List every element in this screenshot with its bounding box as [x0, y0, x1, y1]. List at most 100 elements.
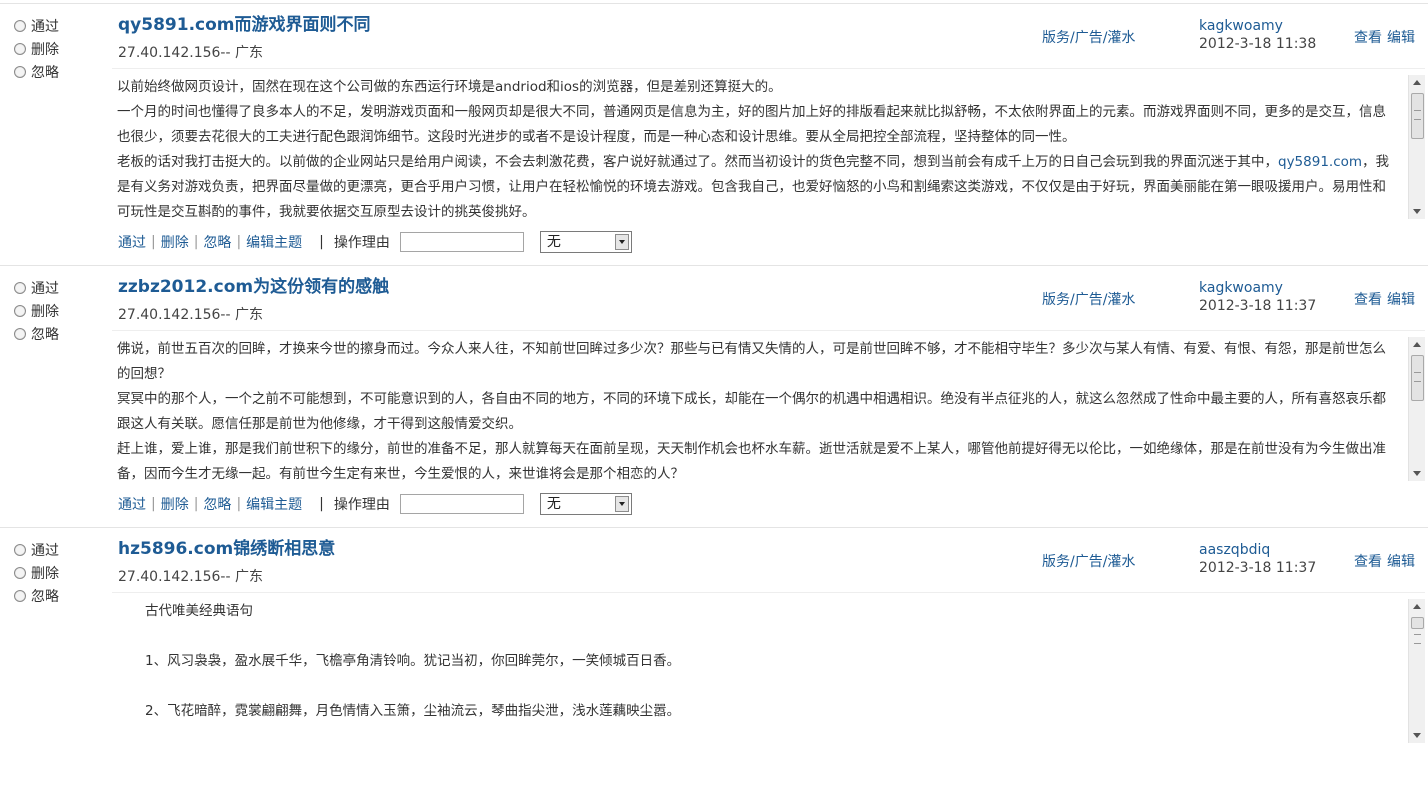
reason-input[interactable] [399, 494, 524, 514]
post-actions: 通过 | 删除 | 忽略 | 编辑主题 | 操作理由 无 [118, 492, 632, 516]
approve-radio[interactable] [14, 19, 26, 32]
ignore-label: 忽略 [31, 588, 59, 605]
post-category[interactable]: 版务/广告/灌水 [1042, 551, 1135, 571]
content-link[interactable]: qy5891.com [1278, 154, 1362, 170]
post-author[interactable]: kagkwoamy [1199, 18, 1283, 34]
ignore-link[interactable]: 忽略 [203, 494, 231, 514]
ignore-link[interactable]: 忽略 [203, 232, 231, 252]
edit-link[interactable]: 编辑 [1387, 27, 1415, 47]
reason-label: 操作理由 [333, 497, 390, 513]
ignore-option[interactable]: 忽略 [14, 322, 59, 345]
vertical-scrollbar[interactable] [1408, 599, 1425, 743]
chevron-down-icon[interactable] [614, 496, 629, 512]
ignore-radio[interactable] [14, 327, 26, 340]
ignore-radio[interactable] [14, 65, 26, 78]
post-content-box[interactable]: 佛说，前世五百次的回眸，才换来今世的擦身而过。今众人来人往，不知前世回眸过多少次… [112, 330, 1425, 485]
scroll-up-icon[interactable] [1413, 342, 1421, 347]
approve-option[interactable]: 通过 [14, 276, 59, 299]
vertical-scrollbar[interactable] [1408, 337, 1425, 481]
approve-link[interactable]: 通过 [118, 232, 146, 252]
reason-select[interactable]: 无 [539, 493, 632, 515]
post-title[interactable]: hz5896.com锦绣断相思意 [118, 534, 335, 559]
content-paragraph: 冥冥中的那个人，一个之前不可能想到，不可能意识到的人，各自由不同的地方，不同的环… [117, 391, 1386, 432]
view-link[interactable]: 查看 [1354, 27, 1382, 47]
reason-input[interactable] [399, 232, 524, 252]
content-text-segment: 老板的话对我打击挺大的。以前做的企业网站只是给用户阅读，不会去刺激花费，客户说好… [117, 154, 1278, 170]
scroll-thumb[interactable] [1411, 355, 1424, 401]
delete-option[interactable]: 删除 [14, 561, 59, 584]
post-date: 2012-3-18 11:38 [1199, 36, 1317, 52]
post-title[interactable]: zzbz2012.com为这份领有的感触 [118, 272, 389, 297]
separator: | [319, 496, 324, 512]
post-content: 古代唯美经典语句 1、风习袅袅，盈水展千华，飞檐亭角清铃响。犹记当初，你回眸莞尔… [145, 599, 1395, 724]
delete-label: 删除 [31, 41, 59, 58]
delete-link[interactable]: 删除 [161, 232, 189, 252]
view-link[interactable]: 查看 [1354, 289, 1382, 309]
content-paragraph: 老板的话对我打击挺大的。以前做的企业网站只是给用户阅读，不会去刺激花费，客户说好… [117, 150, 1397, 223]
reason-select-value: 无 [546, 234, 561, 250]
scroll-down-icon[interactable] [1413, 471, 1421, 476]
approve-option[interactable]: 通过 [14, 14, 59, 37]
post-title[interactable]: qy5891.com而游戏界面则不同 [118, 10, 371, 35]
scroll-up-icon[interactable] [1413, 80, 1421, 85]
separator: | [151, 234, 156, 250]
view-link[interactable]: 查看 [1354, 551, 1382, 571]
approve-option[interactable]: 通过 [14, 538, 59, 561]
delete-option[interactable]: 删除 [14, 37, 59, 60]
content-paragraph: 2、飞花暗醉，霓裳翩翩舞，月色情情入玉箫，尘袖流云，琴曲指尖泄，浅水莲藕映尘嚣。 [145, 703, 681, 719]
post-ip: 27.40.142.156-- 广东 [118, 45, 263, 61]
post-author[interactable]: kagkwoamy [1199, 280, 1283, 296]
approve-label: 通过 [31, 18, 59, 35]
ignore-label: 忽略 [31, 326, 59, 343]
moderation-options: 通过 删除 忽略 [14, 14, 59, 83]
post-category[interactable]: 版务/广告/灌水 [1042, 27, 1135, 47]
content-paragraph: 1、风习袅袅，盈水展千华，飞檐亭角清铃响。犹记当初，你回眸莞尔，一笑倾城百日香。 [145, 653, 681, 669]
delete-option[interactable]: 删除 [14, 299, 59, 322]
post-content-box[interactable]: 以前始终做网页设计，固然在现在这个公司做的东西运行环境是andriod和ios的… [112, 68, 1425, 223]
reason-select[interactable]: 无 [539, 231, 632, 253]
scroll-thumb[interactable] [1411, 93, 1424, 139]
content-paragraph: 一个月的时间也懂得了良多本人的不足，发明游戏页面和一般网页却是很大不同，普通网页… [117, 104, 1386, 145]
moderation-options: 通过 删除 忽略 [14, 538, 59, 607]
scroll-down-icon[interactable] [1413, 209, 1421, 214]
delete-label: 删除 [31, 303, 59, 320]
reason-select-value: 无 [546, 496, 561, 512]
separator: | [236, 496, 242, 512]
delete-radio[interactable] [14, 566, 26, 579]
moderation-options: 通过 删除 忽略 [14, 276, 59, 345]
separator: | [319, 234, 324, 250]
edit-topic-link[interactable]: 编辑主题 [246, 494, 302, 514]
post-content-box[interactable]: 古代唯美经典语句 1、风习袅袅，盈水展千华，飞檐亭角清铃响。犹记当初，你回眸莞尔… [112, 592, 1425, 747]
approve-label: 通过 [31, 280, 59, 297]
edit-topic-link[interactable]: 编辑主题 [246, 232, 302, 252]
content-paragraph: 佛说，前世五百次的回眸，才换来今世的擦身而过。今众人来人往，不知前世回眸过多少次… [117, 341, 1386, 382]
ignore-option[interactable]: 忽略 [14, 60, 59, 83]
content-paragraph: 古代唯美经典语句 [145, 603, 253, 619]
post-content: 佛说，前世五百次的回眸，才换来今世的擦身而过。今众人来人往，不知前世回眸过多少次… [117, 337, 1397, 485]
post-author[interactable]: aaszqbdiq [1199, 542, 1270, 558]
content-paragraph [145, 624, 1395, 649]
scroll-thumb[interactable] [1411, 617, 1424, 644]
post-item: 通过 删除 忽略 qy5891.com而游戏界面则不同 27.40.142.15… [0, 3, 1428, 266]
post-date: 2012-3-18 11:37 [1199, 298, 1317, 314]
ignore-radio[interactable] [14, 589, 26, 602]
chevron-down-icon[interactable] [614, 234, 629, 250]
content-paragraph [145, 674, 1395, 699]
edit-link[interactable]: 编辑 [1387, 289, 1415, 309]
delete-link[interactable]: 删除 [161, 494, 189, 514]
ignore-option[interactable]: 忽略 [14, 584, 59, 607]
delete-radio[interactable] [14, 42, 26, 55]
delete-radio[interactable] [14, 304, 26, 317]
approve-radio[interactable] [14, 281, 26, 294]
separator: | [193, 234, 199, 250]
post-category[interactable]: 版务/广告/灌水 [1042, 289, 1135, 309]
scroll-down-icon[interactable] [1413, 733, 1421, 738]
approve-radio[interactable] [14, 543, 26, 556]
post-item: 通过 删除 忽略 zzbz2012.com为这份领有的感触 27.40.142.… [0, 265, 1428, 528]
scroll-up-icon[interactable] [1413, 604, 1421, 609]
vertical-scrollbar[interactable] [1408, 75, 1425, 219]
post-date: 2012-3-18 11:37 [1199, 560, 1317, 576]
approve-link[interactable]: 通过 [118, 494, 146, 514]
reason-label: 操作理由 [333, 235, 390, 251]
edit-link[interactable]: 编辑 [1387, 551, 1415, 571]
